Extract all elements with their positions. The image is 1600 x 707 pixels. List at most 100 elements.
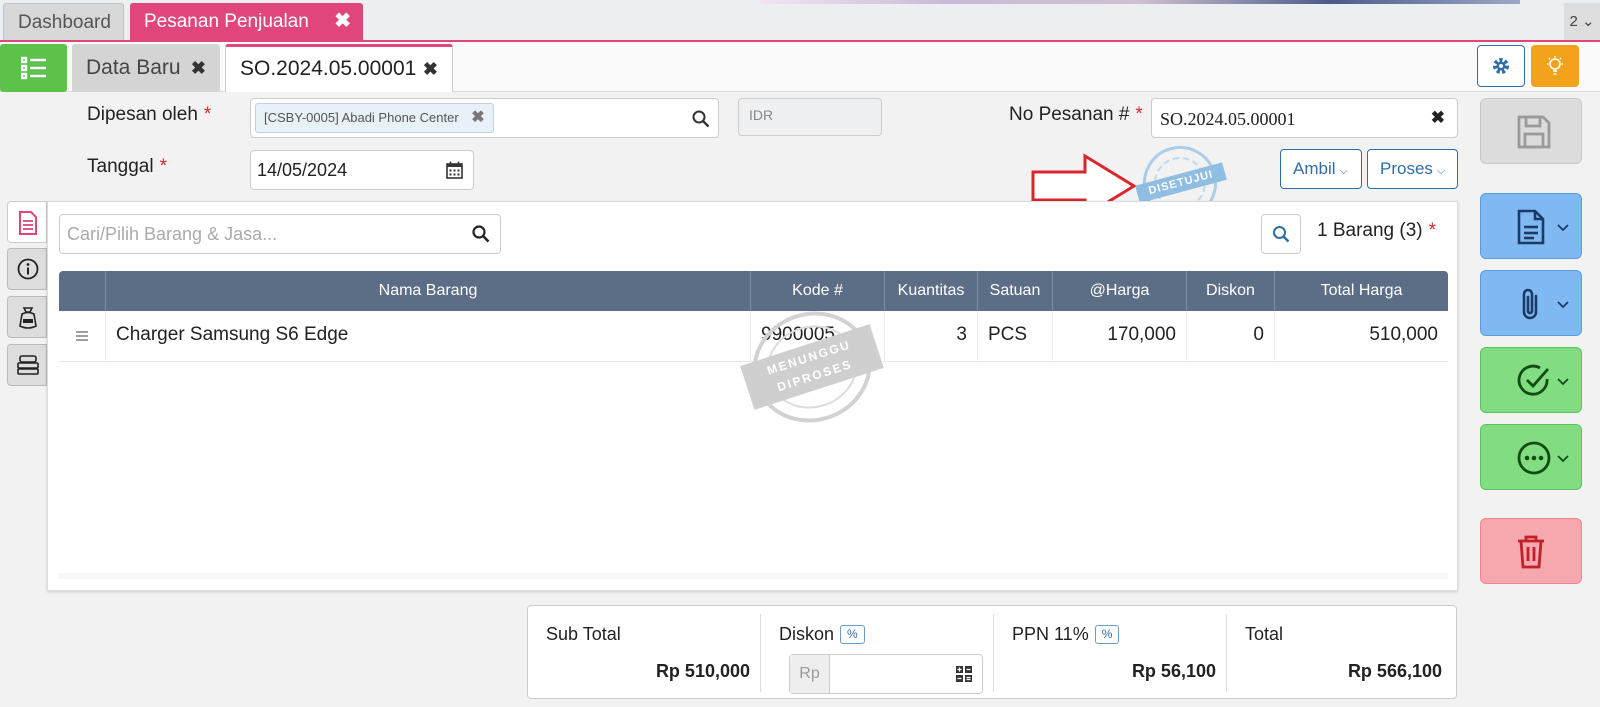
currency-prefix: Rp	[790, 655, 830, 693]
grand-total-label: Total	[1245, 624, 1284, 644]
clear-icon[interactable]: ✖	[1431, 108, 1445, 128]
chevron-down-icon	[1557, 455, 1569, 463]
close-icon[interactable]: ✖	[334, 3, 351, 40]
more-actions-button[interactable]	[1480, 424, 1582, 490]
tab-sales-order-label: SO.2024.05.00001	[240, 57, 417, 80]
customer-chip-label: [CSBY-0005] Abadi Phone Center	[264, 110, 459, 125]
cell-harga: 170,000	[1052, 311, 1186, 362]
close-icon[interactable]: ✖	[191, 44, 206, 92]
required-mark: *	[1135, 104, 1143, 125]
column-satuan[interactable]: Satuan	[977, 271, 1052, 311]
cell-satuan: PCS	[977, 311, 1052, 362]
customer-chip: [CSBY-0005] Abadi Phone Center ✖	[255, 103, 494, 133]
item-search-placeholder: Cari/Pilih Barang & Jasa...	[67, 224, 278, 244]
no-pesanan-input[interactable]: SO.2024.05.00001 ✖	[1151, 98, 1458, 138]
discount-label-text: Diskon	[779, 624, 835, 644]
column-total-harga[interactable]: Total Harga	[1274, 271, 1448, 311]
search-icon	[1273, 226, 1290, 243]
proses-label: Proses	[1380, 159, 1433, 178]
items-table-header: Nama Barang Kode # Kuantitas Satuan @Har…	[59, 271, 1448, 311]
more-circle-icon	[1517, 441, 1551, 475]
required-mark: *	[203, 104, 212, 125]
currency-field: IDR	[738, 98, 882, 136]
side-tab-info[interactable]	[7, 248, 47, 290]
tab-data-baru[interactable]: Data Baru ✖	[72, 44, 220, 92]
proses-button[interactable]: Proses ⌵	[1367, 149, 1458, 189]
search-icon[interactable]	[692, 110, 710, 128]
stack-icon	[17, 355, 39, 375]
tanggal-value: 14/05/2024	[257, 160, 348, 180]
side-tab-payment[interactable]	[7, 296, 47, 338]
tab-sales-order[interactable]: SO.2024.05.00001 ✖	[225, 44, 453, 92]
settings-button[interactable]	[1477, 45, 1525, 87]
customer-field[interactable]: [CSBY-0005] Abadi Phone Center ✖	[250, 98, 719, 138]
tips-button[interactable]	[1531, 45, 1579, 87]
subtotal-value: Rp 510,000	[655, 661, 750, 681]
tanggal-label: Tanggal *	[87, 156, 167, 178]
dipesan-oleh-label: Dipesan oleh *	[87, 104, 211, 126]
item-search-input[interactable]: Cari/Pilih Barang & Jasa...	[59, 214, 501, 254]
save-button[interactable]	[1480, 98, 1582, 164]
save-icon	[1517, 115, 1551, 149]
check-circle-icon	[1517, 364, 1550, 396]
document-icon	[19, 211, 37, 235]
column-kuantitas[interactable]: Kuantitas	[884, 271, 977, 311]
column-harga[interactable]: @Harga	[1052, 271, 1186, 311]
info-icon	[17, 258, 39, 280]
totals-panel: Sub Total Rp 510,000 Diskon% Rp PPN 11%%…	[527, 605, 1457, 699]
side-tab-other[interactable]	[7, 344, 47, 386]
no-pesanan-value: SO.2024.05.00001	[1160, 109, 1296, 129]
no-pesanan-label: No Pesanan # *	[1009, 104, 1143, 126]
item-lookup-button[interactable]	[1261, 214, 1301, 254]
tax-label: PPN 11%%	[1012, 624, 1120, 645]
paperclip-icon	[1522, 288, 1538, 320]
approve-menu-button[interactable]	[1480, 347, 1582, 413]
discount-label: Diskon%	[779, 624, 865, 645]
chevron-down-icon	[1557, 378, 1569, 386]
money-icon	[19, 307, 37, 329]
cell-diskon: 0	[1186, 311, 1274, 362]
attachment-menu-button[interactable]	[1480, 270, 1582, 336]
tab-overflow-button[interactable]: 2 ⌄	[1564, 3, 1600, 40]
trash-icon	[1518, 535, 1544, 569]
close-icon[interactable]: ✖	[471, 104, 484, 132]
tab-dashboard[interactable]: Dashboard	[3, 3, 124, 40]
subtotal-label: Sub Total	[546, 624, 621, 644]
item-count-label: 1 Barang (3)	[1317, 220, 1423, 241]
print-menu-button[interactable]	[1480, 193, 1582, 259]
ambil-label: Ambil	[1293, 159, 1336, 178]
discount-input[interactable]: Rp	[789, 654, 983, 694]
no-pesanan-text: No Pesanan #	[1009, 104, 1130, 125]
tab-data-baru-label: Data Baru	[86, 56, 181, 79]
cell-nama-barang: Charger Samsung S6 Edge	[105, 311, 750, 362]
tab-dashboard-label: Dashboard	[18, 12, 111, 33]
list-icon	[21, 56, 46, 80]
column-diskon[interactable]: Diskon	[1186, 271, 1274, 311]
calculator-icon[interactable]	[956, 666, 972, 682]
chevron-down-icon	[1557, 301, 1569, 309]
item-count: 1 Barang (3) *	[1317, 220, 1436, 242]
cell-total-harga: 510,000	[1274, 311, 1448, 362]
tab-pesanan-penjualan[interactable]: Pesanan Penjualan ✖	[130, 3, 363, 40]
search-icon	[472, 225, 490, 243]
drag-handle[interactable]	[59, 311, 105, 362]
side-tab-detail[interactable]	[7, 201, 47, 243]
delete-button[interactable]	[1480, 518, 1582, 584]
tax-percent-toggle[interactable]: %	[1094, 625, 1120, 644]
column-kode[interactable]: Kode #	[750, 271, 884, 311]
list-menu-button[interactable]	[0, 44, 67, 92]
top-tab-bar: Dashboard Pesanan Penjualan ✖ 2 ⌄	[0, 0, 1600, 42]
calendar-icon[interactable]	[446, 161, 463, 179]
close-icon[interactable]: ✖	[423, 47, 438, 91]
chevron-down-icon	[1557, 224, 1569, 232]
tanggal-input[interactable]: 14/05/2024	[250, 150, 474, 190]
cell-kuantitas: 3	[884, 311, 977, 362]
required-mark: *	[1428, 220, 1437, 241]
required-mark: *	[159, 156, 167, 177]
grand-total-value: Rp 566,100	[1347, 661, 1442, 681]
column-handle	[59, 271, 105, 311]
column-nama-barang[interactable]: Nama Barang	[105, 271, 750, 311]
ambil-button[interactable]: Ambil ⌵	[1280, 149, 1362, 189]
discount-percent-toggle[interactable]: %	[840, 625, 865, 644]
dipesan-oleh-text: Dipesan oleh	[87, 104, 198, 125]
